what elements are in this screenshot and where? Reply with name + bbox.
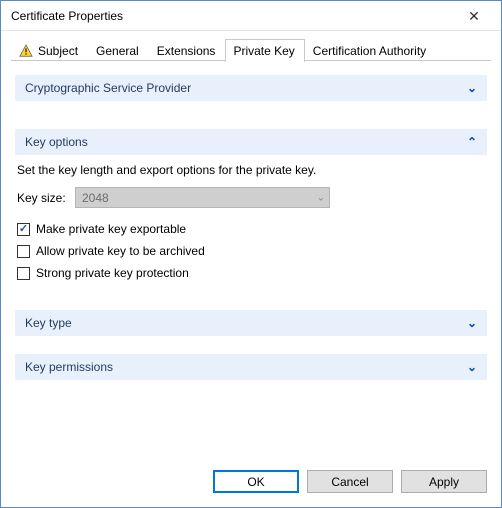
group-header-key-type[interactable]: Key type ⌄	[15, 310, 487, 336]
tab-content: Cryptographic Service Provider ⌄ Key opt…	[1, 61, 501, 460]
group-header-key-permissions[interactable]: Key permissions ⌄	[15, 354, 487, 380]
group-title: Key options	[25, 135, 467, 149]
checkbox-archive[interactable]	[17, 245, 30, 258]
tab-label: Certification Authority	[313, 44, 426, 58]
group-description: Set the key length and export options fo…	[17, 163, 485, 177]
checkbox-label: Strong private key protection	[36, 266, 189, 280]
checkbox-row-strong-protection[interactable]: Strong private key protection	[17, 266, 485, 280]
key-size-label: Key size:	[17, 191, 67, 205]
button-label: OK	[247, 475, 264, 489]
checkbox-label: Make private key exportable	[36, 222, 186, 236]
button-label: Apply	[429, 475, 459, 489]
tab-private-key[interactable]: Private Key	[225, 39, 304, 62]
checkbox-exportable[interactable]	[17, 223, 30, 236]
key-size-select[interactable]: 2048 ⌄	[75, 187, 330, 208]
group-title: Key permissions	[25, 360, 467, 374]
chevron-down-icon: ⌄	[467, 317, 477, 329]
window-title: Certificate Properties	[11, 9, 453, 23]
tab-label: Subject	[38, 44, 78, 58]
tab-label: Private Key	[233, 44, 294, 58]
group-body-key-options: Set the key length and export options fo…	[15, 155, 487, 292]
tab-subject[interactable]: Subject	[11, 39, 88, 62]
close-icon: ✕	[468, 9, 480, 23]
client-area: Subject General Extensions Private Key C…	[1, 31, 501, 507]
tab-label: General	[96, 44, 139, 58]
button-row: OK Cancel Apply	[1, 460, 501, 507]
chevron-down-icon: ⌄	[467, 82, 477, 94]
titlebar: Certificate Properties ✕	[1, 1, 501, 31]
close-button[interactable]: ✕	[453, 2, 495, 30]
key-size-value: 2048	[82, 191, 109, 205]
tab-extensions[interactable]: Extensions	[149, 39, 226, 62]
checkbox-strong-protection[interactable]	[17, 267, 30, 280]
checkbox-row-exportable[interactable]: Make private key exportable	[17, 222, 485, 236]
apply-button[interactable]: Apply	[401, 470, 487, 493]
dialog-window: Certificate Properties ✕ Subject General	[0, 0, 502, 508]
tab-strip: Subject General Extensions Private Key C…	[1, 31, 501, 61]
tab-certification-authority[interactable]: Certification Authority	[305, 39, 436, 62]
tab-label: Extensions	[157, 44, 216, 58]
group-title: Key type	[25, 316, 467, 330]
chevron-down-icon: ⌄	[317, 192, 325, 203]
key-size-row: Key size: 2048 ⌄	[17, 187, 485, 208]
chevron-down-icon: ⌄	[467, 361, 477, 373]
ok-button[interactable]: OK	[213, 470, 299, 493]
group-header-csp[interactable]: Cryptographic Service Provider ⌄	[15, 75, 487, 101]
warning-icon	[19, 44, 33, 58]
chevron-up-icon: ⌃	[467, 136, 477, 148]
cancel-button[interactable]: Cancel	[307, 470, 393, 493]
group-header-key-options[interactable]: Key options ⌃	[15, 129, 487, 155]
tab-general[interactable]: General	[88, 39, 149, 62]
checkbox-label: Allow private key to be archived	[36, 244, 205, 258]
group-title: Cryptographic Service Provider	[25, 81, 467, 95]
checkbox-row-archive[interactable]: Allow private key to be archived	[17, 244, 485, 258]
button-label: Cancel	[331, 475, 368, 489]
